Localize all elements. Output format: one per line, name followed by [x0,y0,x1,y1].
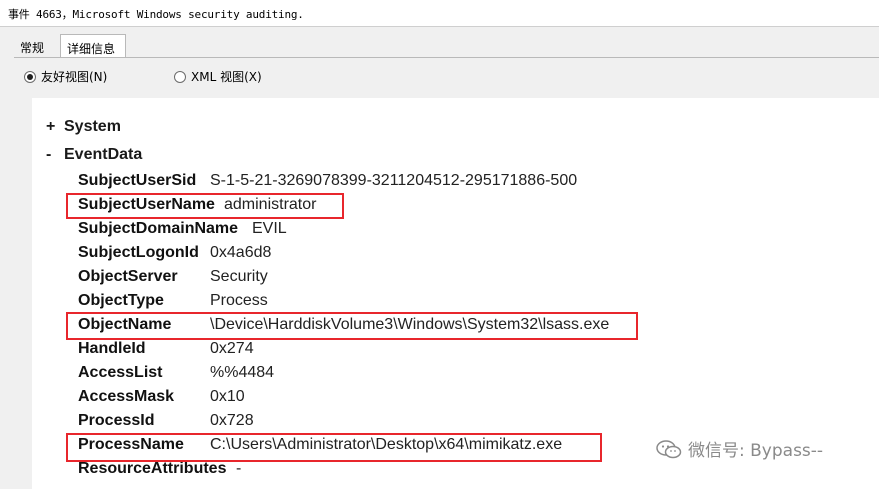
field-name: SubjectUserSid [78,172,197,189]
tree-node-eventdata[interactable]: - EventData [46,146,142,164]
field-row: ObjectServer Security [78,268,858,290]
window-title: 事件 4663，Microsoft Windows security audit… [8,8,304,21]
tree-node-label: EventData [64,146,143,163]
tab-details[interactable]: 详细信息 [60,34,126,58]
tab-general[interactable]: 常规 [14,34,58,58]
field-row: ResourceAttributes - [78,460,858,482]
field-name: SubjectLogonId [78,244,199,261]
field-name: ProcessId [78,412,155,429]
field-name: HandleId [78,340,146,357]
highlight-box-subjectusername [66,193,344,219]
field-name: ObjectType [78,292,164,309]
radio-checked-icon[interactable] [24,71,36,83]
field-name: ResourceAttributes [78,460,227,477]
field-row: ObjectType Process [78,292,858,314]
field-value: S-1-5-21-3269078399-3211204512-295171886… [210,172,578,189]
tree-node-system[interactable]: + System [46,118,121,136]
friendly-view-option[interactable]: 友好视图(N) [24,68,107,85]
field-row: AccessMask 0x10 [78,388,858,410]
field-value: Process [210,292,268,309]
field-value: 0x4a6d8 [210,244,272,261]
field-value: EVIL [252,220,287,237]
field-row: SubjectLogonId 0x4a6d8 [78,244,858,266]
field-value: 0x728 [210,412,254,429]
field-value: 0x10 [210,388,245,405]
field-row: AccessList %%4484 [78,364,858,386]
watermark: 微信号: Bypass-- [656,436,823,461]
field-name: AccessMask [78,388,175,405]
field-value: - [236,460,242,477]
field-name: ObjectServer [78,268,178,285]
field-value: Security [210,268,268,285]
field-value: %%4484 [210,364,275,381]
tab-divider [14,57,879,58]
radio-unchecked-icon[interactable] [174,71,186,83]
field-row: ProcessId 0x728 [78,412,858,434]
friendly-view-label: 友好视图(N) [41,70,108,84]
expand-toggle[interactable]: + [46,118,64,136]
xml-view-label: XML 视图(X) [191,70,262,84]
window-titlebar: 事件 4663，Microsoft Windows security audit… [0,0,879,27]
highlight-box-objectname [66,312,638,340]
wechat-icon [656,440,682,459]
watermark-text: 微信号: Bypass-- [688,441,824,461]
field-value: 0x274 [210,340,254,357]
field-row: SubjectDomainName EVIL [78,220,858,242]
xml-view-option[interactable]: XML 视图(X) [174,68,262,85]
highlight-box-processname [66,433,602,462]
collapse-toggle[interactable]: - [46,146,64,164]
field-name: AccessList [78,364,163,381]
field-name: SubjectDomainName [78,220,239,237]
field-row: HandleId 0x274 [78,340,858,362]
tree-node-label: System [64,118,121,135]
field-row: SubjectUserSid S-1-5-21-3269078399-32112… [78,172,858,194]
